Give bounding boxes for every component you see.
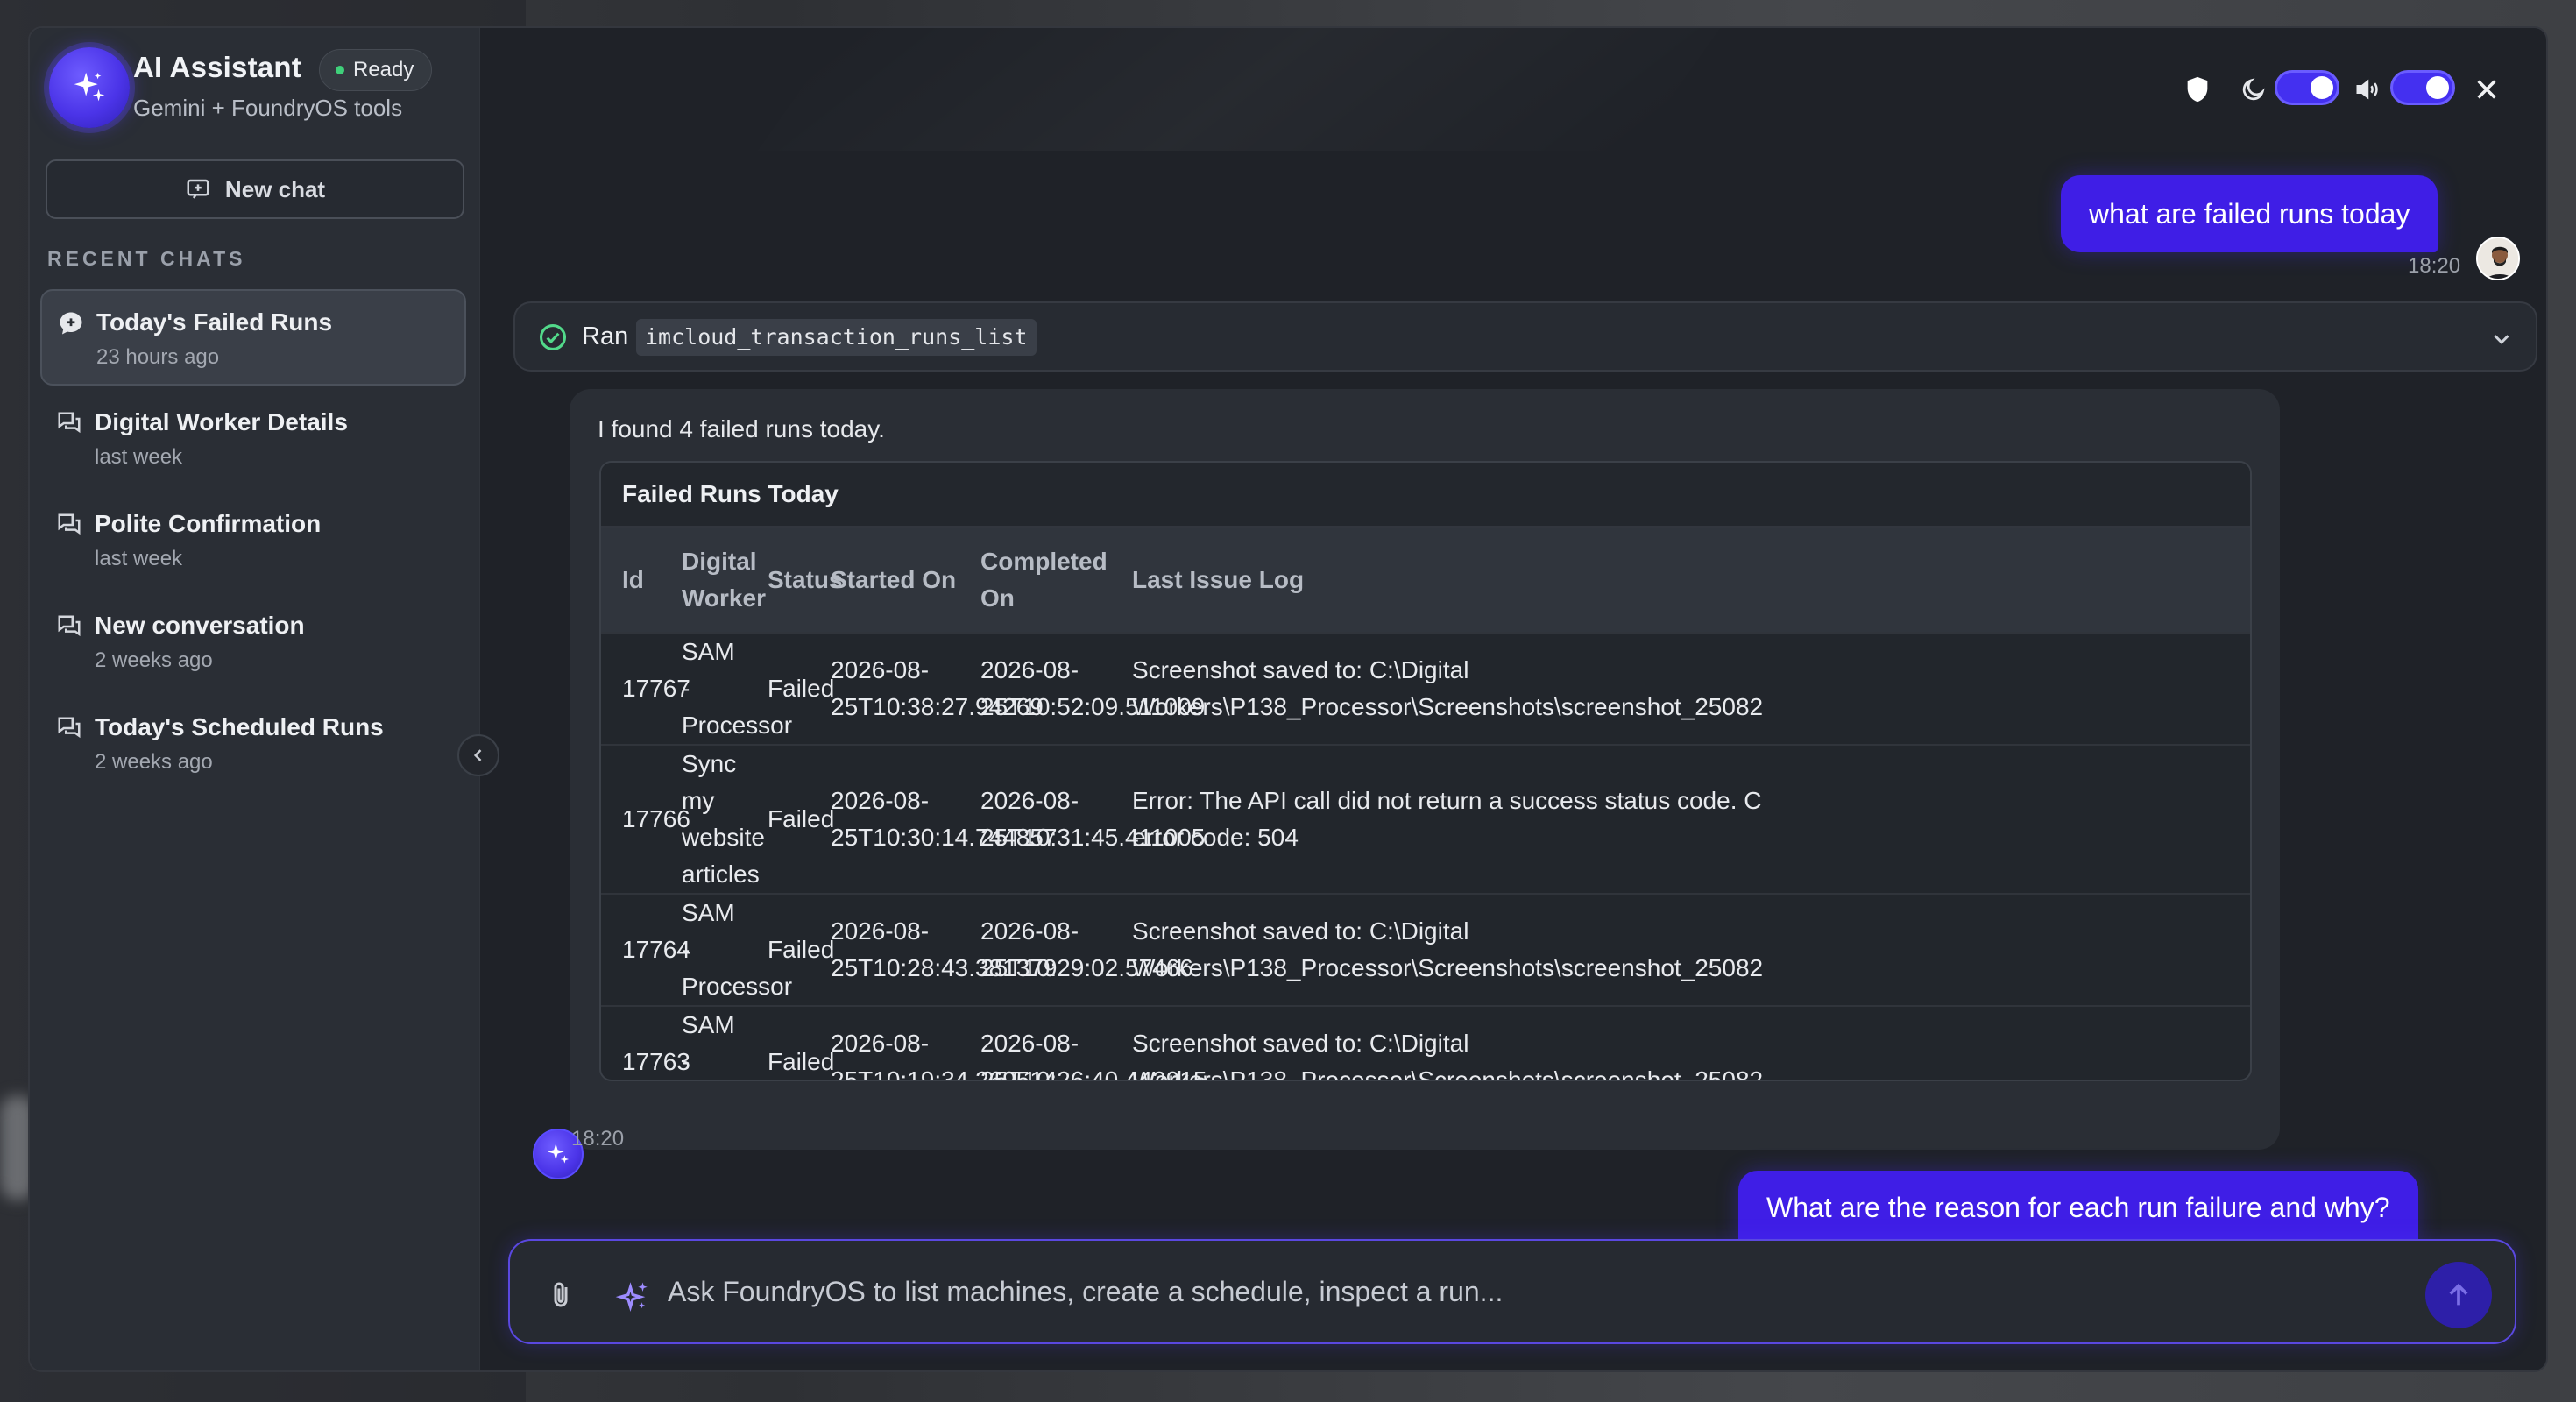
cell-id: 17764 [601, 893, 690, 1006]
cell-completed-on: 2026-08- 25T10:52:09.511009 [959, 632, 1205, 745]
cell-id: 17767 [601, 632, 690, 745]
assistant-message: I found 4 failed runs today. Failed Runs… [570, 389, 2280, 1150]
cell-completed-on: 2026-08- 25T10:29:02.57466 [959, 893, 1193, 1006]
chat-item-time: 23 hours ago [96, 345, 220, 369]
column-header-digital-worker: Digital Worker [682, 547, 766, 612]
close-icon [2477, 80, 2496, 99]
column-header-id: Id [622, 565, 644, 593]
tool-ran-label: Ran [582, 322, 629, 350]
cell-started-on: 2026-08- 25T10:38:27.94269 [810, 632, 1044, 745]
toggle-knob [2426, 76, 2449, 99]
cell-completed-on: 2026-08- 25T10:31:45.411005 [959, 744, 1205, 894]
chat-item-polite-confirmation[interactable]: Polite Confirmation last week [40, 492, 466, 589]
chat-item-time: last week [95, 547, 183, 570]
assistant-window: AI Assistant Ready Gemini + FoundryOS to… [28, 26, 2548, 1372]
cell-status: Failed [747, 1005, 834, 1080]
chat-item-title: Today's Failed Runs [96, 308, 333, 336]
user-message-bubble: what are failed runs today [2061, 175, 2438, 252]
user-avatar [2476, 237, 2520, 280]
chat-bubbles-icon [58, 717, 81, 739]
sound-toggle[interactable] [2390, 70, 2455, 105]
table-row: 17764 SAM - Processor Failed 2026-08- 25… [601, 893, 2250, 1006]
new-chat-button[interactable]: New chat [46, 159, 464, 219]
cell-id: 17763 [601, 1005, 690, 1080]
sound-icon-wrap [2350, 72, 2385, 107]
speaker-icon [2356, 79, 2378, 100]
chat-item-todays-scheduled-runs[interactable]: Today's Scheduled Runs 2 weeks ago [40, 696, 466, 792]
dark-mode-icon-wrap [2236, 72, 2271, 107]
new-chat-label: New chat [224, 175, 326, 202]
chat-item-todays-failed-runs[interactable]: Today's Failed Runs 23 hours ago [40, 289, 466, 386]
message-timestamp: 18:20 [571, 1127, 625, 1151]
tool-name-code: imcloud_transaction_runs_list [636, 319, 1037, 356]
failed-runs-table: Failed Runs Today Id Digital Worker Stat… [599, 461, 2252, 1081]
privacy-shield-button[interactable] [2178, 72, 2217, 107]
dark-mode-toggle[interactable] [2275, 70, 2339, 105]
chat-item-title: New conversation [95, 612, 305, 639]
header-decoration [757, 28, 1721, 151]
app-subtitle: Gemini + FoundryOS tools [133, 95, 403, 121]
table-row: 17767 SAM - Processor Failed 2026-08- 25… [601, 632, 2250, 745]
table-row: 17763 SAM - Processor Failed 2026-08- 25… [601, 1005, 2250, 1080]
send-button[interactable] [2425, 1262, 2492, 1328]
tool-call-row[interactable]: Ran imcloud_transaction_runs_list [513, 301, 2537, 372]
column-header-last-issue-log: Last Issue Log [1132, 565, 1305, 593]
message-timestamp: 18:20 [2408, 254, 2461, 278]
chat-bubbles-icon [58, 513, 81, 535]
status-dot-icon [336, 66, 344, 74]
paperclip-icon[interactable] [545, 1278, 577, 1313]
table-title: Failed Runs Today [601, 463, 2250, 528]
cell-started-on: 2026-08- 25T10:30:14.744857 [810, 744, 1057, 894]
toggle-knob [2311, 76, 2333, 99]
cell-last-issue-log: Screenshot saved to: C:\Digital Workers\… [1111, 1005, 2250, 1080]
shield-icon [2187, 76, 2208, 103]
sparkle-icon [615, 1282, 648, 1312]
message-composer [508, 1239, 2516, 1344]
moon-icon [2242, 78, 2265, 101]
status-badge: Ready [319, 49, 433, 91]
status-text: Ready [353, 58, 414, 81]
app-logo-icon [49, 47, 130, 128]
recent-chats-heading: RECENT CHATS [47, 247, 246, 270]
chat-item-digital-worker-details[interactable]: Digital Worker Details last week [40, 391, 466, 487]
column-header-completed-on: Completed On [980, 547, 1108, 612]
chat-item-title: Digital Worker Details [95, 408, 348, 435]
chat-bubbles-icon [58, 615, 81, 637]
cell-started-on: 2026-08- 25T10:19:34.269514 [810, 1005, 1057, 1080]
column-header-started-on: Started On [831, 565, 957, 593]
message-input[interactable] [668, 1264, 2332, 1320]
app-title: AI Assistant [133, 51, 301, 83]
arrow-up-icon [2449, 1283, 2468, 1306]
cell-last-issue-log: Error: The API call did not return a suc… [1111, 744, 2250, 894]
chat-bubble-plus-icon [60, 312, 82, 335]
table-header-row: Id Digital Worker Status Started On Comp… [601, 528, 2250, 633]
close-button[interactable] [2469, 72, 2504, 107]
chevron-down-icon [2494, 335, 2509, 344]
cell-completed-on: 2026-08- 25T10:26:40.442915 [959, 1005, 1207, 1080]
cell-id: 17766 [601, 744, 690, 894]
chat-bubbles-icon [58, 412, 81, 434]
new-chat-icon [187, 179, 209, 199]
chat-item-title: Today's Scheduled Runs [95, 713, 384, 740]
runs-table: Id Digital Worker Status Started On Comp… [601, 528, 2250, 1080]
cell-last-issue-log: Screenshot saved to: C:\Digital Workers\… [1111, 632, 2250, 745]
cell-last-issue-log: Screenshot saved to: C:\Digital Workers\… [1111, 893, 2250, 1006]
assistant-intro-text: I found 4 failed runs today. [598, 415, 885, 443]
cell-started-on: 2026-08- 25T10:28:43.381379 [810, 893, 1057, 1006]
check-circle-icon [539, 323, 567, 351]
collapse-sidebar-button[interactable] [457, 734, 499, 776]
chat-item-title: Polite Confirmation [95, 510, 322, 537]
chat-item-time: 2 weeks ago [95, 750, 213, 774]
table-row: 17766 Sync my website articles Failed 20… [601, 744, 2250, 894]
sidebar: AI Assistant Ready Gemini + FoundryOS to… [30, 28, 480, 1370]
user-message-bubble: What are the reason for each run failure… [1738, 1171, 2418, 1241]
chevron-left-icon [473, 749, 482, 761]
chat-item-time: last week [95, 445, 183, 469]
chat-item-time: 2 weeks ago [95, 648, 213, 672]
chat-item-new-conversation[interactable]: New conversation 2 weeks ago [40, 594, 466, 690]
